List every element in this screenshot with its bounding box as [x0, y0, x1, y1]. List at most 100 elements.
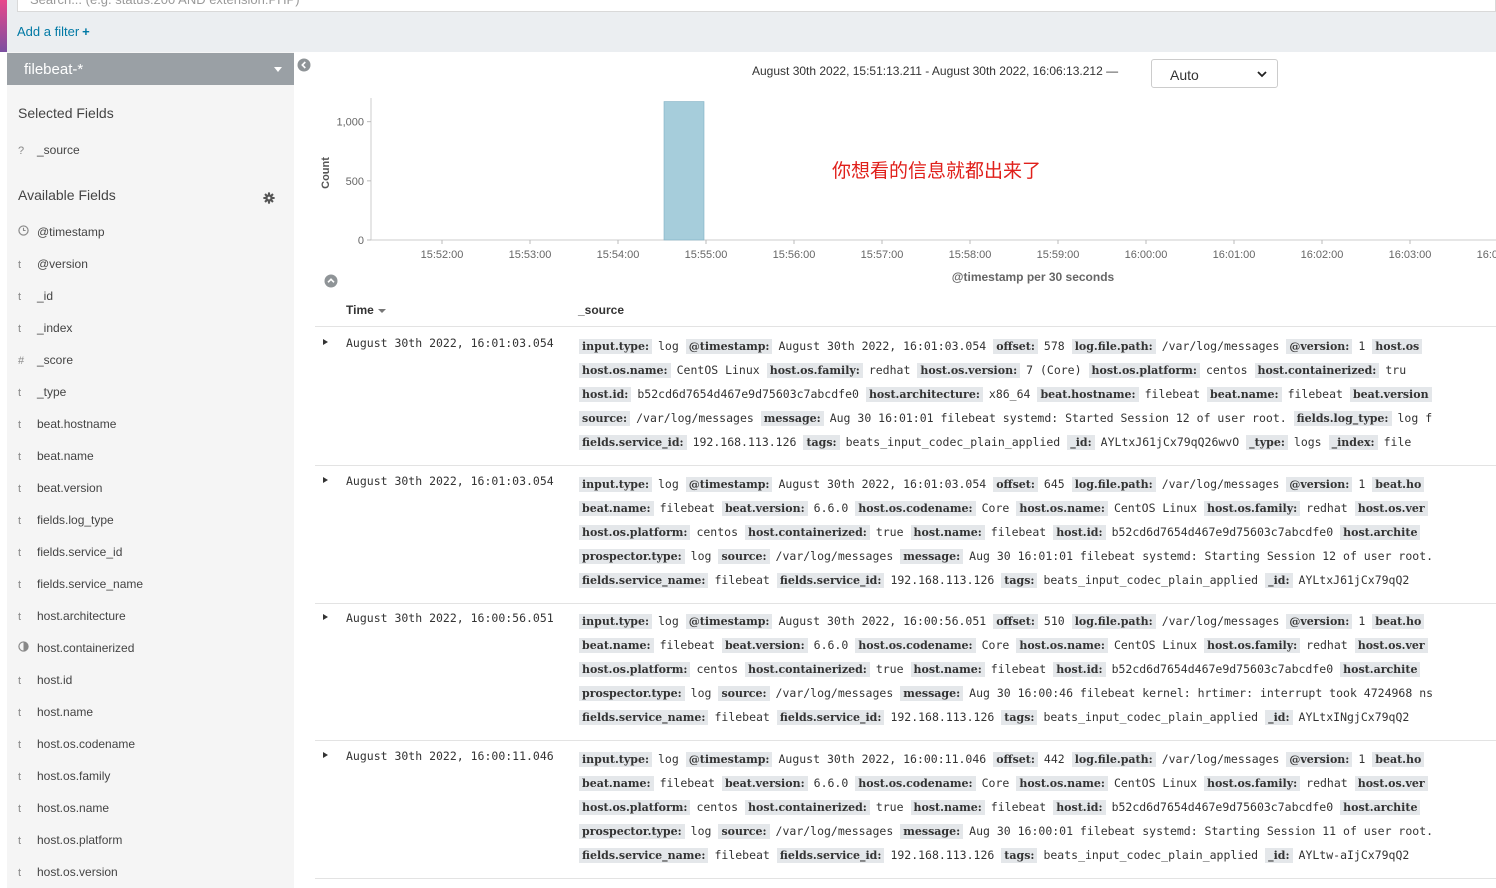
field-value: 1	[1358, 614, 1366, 628]
source-line: source: /var/log/messages message: Aug 30 1…	[579, 410, 1496, 427]
histogram-chart[interactable]: 0 500 1,000 15:52:00 15:53:00 15:54:00 15:55:0…	[315, 95, 1496, 290]
field-type: t	[18, 579, 37, 591]
source-line: input.type: log @timestamp: August 30th 202…	[579, 476, 1496, 493]
collapse-chart-icon[interactable]	[324, 274, 338, 288]
collapse-sidebar-icon[interactable]	[297, 58, 311, 72]
field-item[interactable]: # _score	[18, 353, 73, 371]
field-key: _type:	[1246, 435, 1288, 450]
field-key: beat.name:	[579, 501, 654, 516]
field-value: 510	[1043, 614, 1065, 628]
search-input[interactable]: Search... (e.g. status:200 AND extension…	[17, 0, 1496, 12]
field-key: beat.version:	[721, 776, 808, 791]
chevron-down-icon	[1257, 71, 1267, 78]
field-key: host.name:	[910, 662, 985, 677]
source-line: host.os.name: CentOS Linux host.os.family:…	[579, 362, 1496, 379]
field-value: filebeat	[714, 573, 770, 587]
field-value: CentOS Linux	[676, 363, 760, 377]
field-value: 192.168.113.126	[692, 435, 797, 449]
field-key: _id:	[1265, 848, 1293, 863]
field-key: host.id:	[579, 387, 632, 402]
field-item[interactable]: t host.os.family	[18, 769, 110, 787]
field-key: @version:	[1286, 752, 1353, 767]
field-item[interactable]: t fields.service_name	[18, 577, 143, 595]
time-column-header[interactable]: Time	[346, 303, 386, 317]
field-value: log	[690, 686, 712, 700]
field-item[interactable]: t host.os.name	[18, 801, 109, 819]
source-line: input.type: log @timestamp: August 30th 202…	[579, 338, 1496, 355]
field-value: log	[658, 614, 679, 628]
field-key: host.os.platform:	[579, 662, 691, 677]
kibana-discover: Search... (e.g. status:200 AND extension…	[0, 0, 1496, 888]
field-item[interactable]: t host.os.version	[18, 865, 118, 883]
field-key: offset:	[993, 614, 1038, 629]
field-item[interactable]: t beat.version	[18, 481, 102, 499]
field-type: t	[18, 419, 37, 431]
field-key: beat.ho	[1372, 752, 1425, 767]
field-item[interactable]: host.containerized	[18, 641, 134, 659]
expand-row-icon[interactable]	[322, 751, 330, 761]
y-tick-label: 0	[358, 235, 364, 247]
interval-selected-value: Auto	[1170, 67, 1199, 83]
plus-icon: +	[82, 24, 90, 39]
field-type	[18, 225, 37, 239]
field-item[interactable]: t _id	[18, 289, 53, 307]
field-type: t	[18, 547, 37, 559]
histogram-bar[interactable]	[663, 101, 705, 241]
x-tick-label: 15:57:00	[861, 249, 904, 261]
field-item[interactable]: t fields.log_type	[18, 513, 114, 531]
field-item[interactable]: @timestamp	[18, 225, 105, 243]
caret-down-icon	[274, 67, 282, 72]
add-filter-label: Add a filter	[17, 24, 80, 39]
field-key: log.file.path:	[1071, 614, 1156, 629]
field-item[interactable]: t beat.hostname	[18, 417, 116, 435]
field-value: 1	[1358, 477, 1366, 491]
field-key: log.file.path:	[1071, 339, 1156, 354]
boolean-icon	[18, 641, 29, 652]
field-key: source:	[718, 824, 770, 839]
field-item[interactable]: t host.architecture	[18, 609, 126, 627]
expand-row-icon[interactable]	[322, 476, 330, 486]
field-key: fields.service_name:	[579, 848, 709, 863]
time-range-label: August 30th 2022, 15:51:13.211 - August …	[752, 64, 1119, 78]
field-item[interactable]: t beat.name	[18, 449, 94, 467]
field-item[interactable]: t host.id	[18, 673, 72, 691]
field-item[interactable]: t host.os.platform	[18, 833, 122, 851]
interval-select[interactable]: Auto	[1151, 59, 1278, 88]
field-key: host.os.name:	[1016, 501, 1108, 516]
field-type: t	[18, 867, 37, 879]
field-value: /var/log/messages	[636, 411, 754, 425]
field-item[interactable]: t _type	[18, 385, 66, 403]
field-value: filebeat	[990, 525, 1047, 539]
field-key: host.os.ver	[1354, 638, 1428, 653]
expand-row-icon[interactable]	[322, 613, 330, 623]
field-item[interactable]: t _index	[18, 321, 72, 339]
field-type: t	[18, 259, 37, 271]
source-line: host.os.platform: centos host.containerize…	[579, 661, 1496, 678]
expand-row-icon[interactable]	[322, 338, 330, 348]
field-item[interactable]: ? _source	[18, 143, 80, 161]
field-item[interactable]: t host.os.codename	[18, 737, 135, 755]
x-tick-label: 16:02:00	[1301, 249, 1344, 261]
x-tick-label: 15:53:00	[509, 249, 552, 261]
doc-timestamp: August 30th 2022, 16:01:03.054	[346, 336, 554, 350]
index-pattern-selector[interactable]: filebeat-*	[7, 53, 294, 85]
field-value: filebeat	[990, 800, 1047, 814]
field-key: host.os.platform:	[579, 800, 691, 815]
gear-icon[interactable]	[262, 191, 276, 205]
field-type-icon: #	[18, 355, 25, 367]
field-value: 578	[1043, 339, 1065, 353]
field-value: true	[875, 800, 904, 814]
field-item[interactable]: t fields.service_id	[18, 545, 122, 563]
source-line: prospector.type: log source: /var/log/messa…	[579, 548, 1496, 565]
doc-timestamp: August 30th 2022, 16:00:11.046	[346, 749, 554, 763]
annotation-text: 你想看的信息就都出来了	[832, 160, 1042, 182]
field-item[interactable]: t @version	[18, 257, 88, 275]
add-filter-button[interactable]: Add a filter +	[17, 24, 90, 39]
field-key: _id:	[1265, 710, 1293, 725]
field-item[interactable]: t host.name	[18, 705, 93, 723]
sort-down-icon[interactable]	[377, 308, 386, 313]
field-value: beats_input_codec_plain_applied	[1043, 848, 1259, 862]
field-type-icon: t	[18, 803, 22, 815]
field-key: host.containerized:	[745, 525, 870, 540]
field-key: host.os	[1372, 339, 1423, 354]
